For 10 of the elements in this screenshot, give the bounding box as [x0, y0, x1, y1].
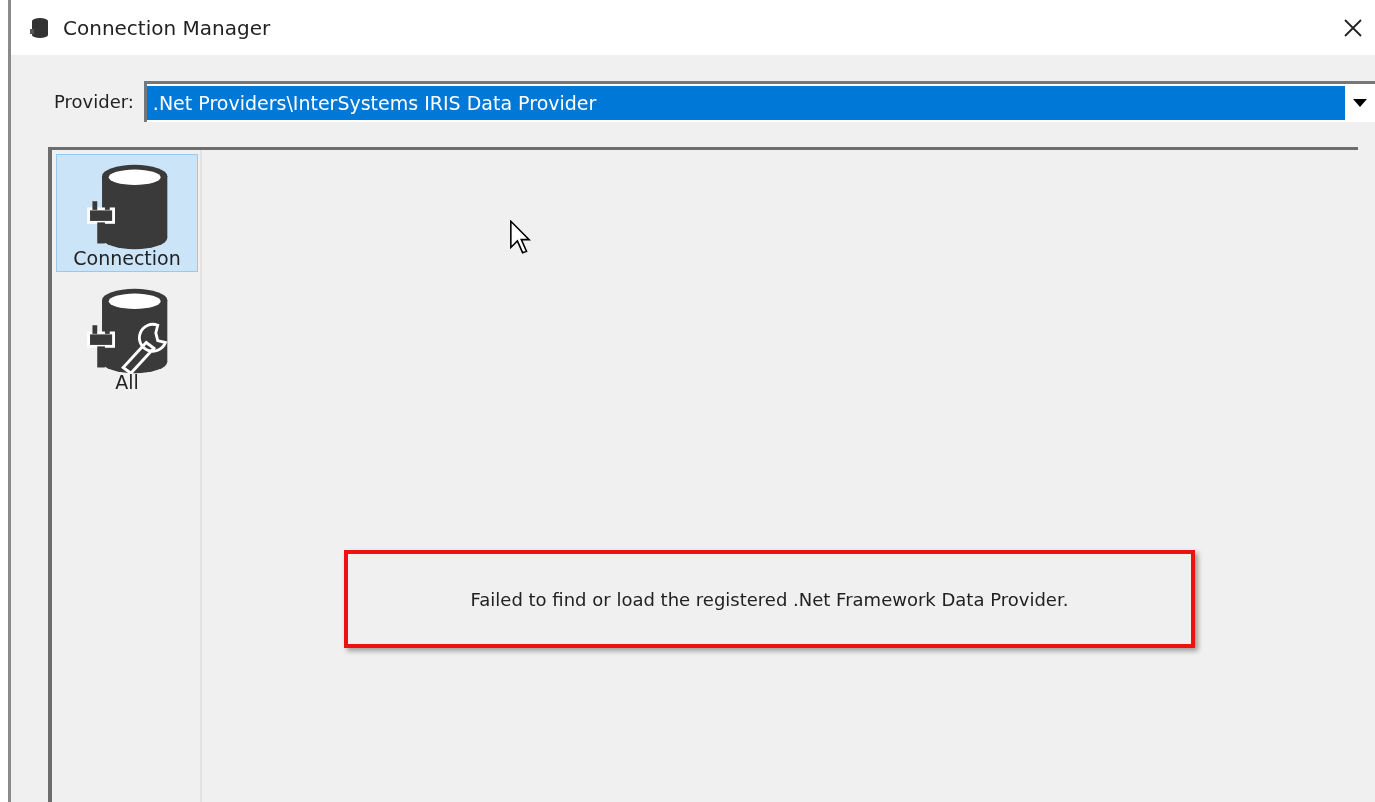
sidebar-item[interactable]: Connection [56, 154, 198, 272]
mouse-cursor-icon [508, 220, 532, 254]
window-title: Connection Manager [63, 15, 272, 40]
caret-icon[interactable] [1353, 98, 1367, 107]
error-message: Failed to find or load the registered .Net Framework Data Provider. [470, 588, 1069, 610]
close-icon[interactable] [1343, 17, 1363, 38]
provider-dropdown[interactable]: .Net Providers\InterSystems IRIS Data Provider [143, 80, 1375, 122]
database-icon [29, 16, 49, 39]
sidebar-item[interactable]: All [56, 278, 198, 396]
provider-label: Provider: [54, 90, 134, 112]
